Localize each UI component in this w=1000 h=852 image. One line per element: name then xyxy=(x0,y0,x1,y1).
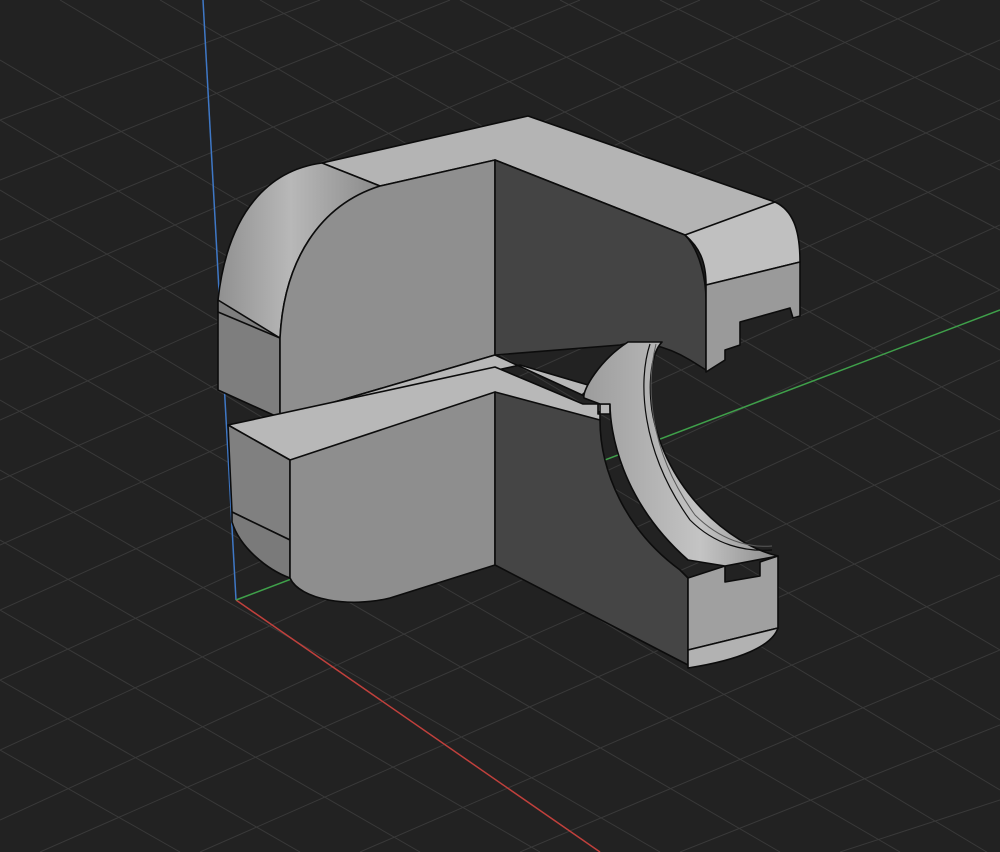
3d-viewport[interactable] xyxy=(0,0,1000,852)
viewport-canvas[interactable] xyxy=(0,0,1000,852)
cad-part[interactable] xyxy=(217,115,801,669)
x-axis-line xyxy=(235,599,601,852)
